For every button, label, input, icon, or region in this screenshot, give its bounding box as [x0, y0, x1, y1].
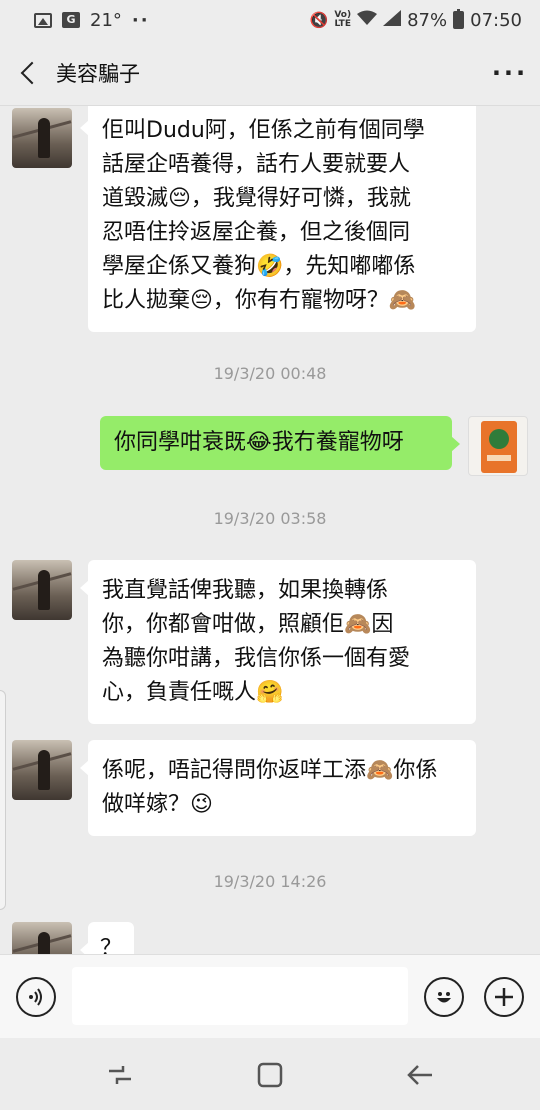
recent-apps-icon	[109, 1066, 131, 1084]
message-line: 你同學咁衰既😂我冇養寵物呀	[114, 430, 404, 455]
volte-icon: Vo) LTE	[334, 10, 352, 29]
system-nav-bar	[0, 1038, 540, 1110]
message-bubble[interactable]: 係呢，唔記得問你返咩工添🙈你係 做咩嫁？😉	[80, 740, 476, 836]
timestamp: 19/3/20 00:48	[213, 364, 327, 383]
timestamp: 19/3/20 03:58	[213, 509, 327, 528]
chevron-left-icon	[20, 61, 44, 84]
emoji-button[interactable]	[424, 977, 464, 1017]
gallery-icon	[34, 12, 52, 28]
message-line: 我直覺話俾我聽，如果換轉係	[102, 578, 389, 603]
contact-avatar[interactable]	[12, 922, 72, 954]
emoji-icon	[437, 992, 451, 1003]
chat-title: 美容騙子	[56, 61, 140, 86]
temperature: 21°	[90, 9, 122, 31]
wifi-icon	[357, 10, 378, 30]
chat-header: 美容騙子 ···	[0, 40, 540, 106]
message-line: 道毀滅😔，我覺得好可憐，我就	[102, 186, 411, 211]
message-line: 佢叫Dudu阿，佢係之前有個同學	[102, 118, 425, 143]
battery-percent: 87%	[407, 9, 448, 31]
signal-icon	[383, 10, 402, 30]
nav-back-button[interactable]	[400, 1060, 440, 1090]
input-bar	[0, 954, 540, 1038]
message-line: 比人拋棄😔，你有冇寵物呀？🙈	[102, 288, 417, 313]
product-image	[481, 421, 517, 473]
plus-icon	[495, 988, 513, 1006]
home-button[interactable]	[250, 1060, 290, 1090]
clock: 07:50	[470, 9, 522, 31]
message-bubble-self[interactable]: 你同學咁衰既😂我冇養寵物呀	[100, 416, 460, 470]
message-bubble[interactable]: 佢叫Dudu阿，佢係之前有個同學 話屋企唔養得，話冇人要就要人 道毀滅😔，我覺得…	[80, 106, 476, 332]
voice-icon	[29, 988, 42, 1006]
contact-avatar[interactable]	[12, 740, 72, 800]
back-icon	[407, 1065, 432, 1085]
home-icon	[257, 1062, 283, 1088]
gps-icon: G	[62, 12, 80, 28]
more-button[interactable]: ···	[480, 40, 540, 106]
message-line: ？	[100, 936, 123, 954]
message-bubble[interactable]: 我直覺話俾我聽，如果換轉係 你，你都會咁做，照顧佢🙈因 為聽你咁講，我信你係一個…	[80, 560, 476, 724]
add-button[interactable]	[484, 977, 524, 1017]
voice-button[interactable]	[16, 977, 56, 1017]
timestamp: 19/3/20 14:26	[213, 872, 327, 891]
recent-apps-button[interactable]	[100, 1060, 140, 1090]
side-handle[interactable]	[0, 690, 6, 910]
status-bar: G 21° ·· 🔇 Vo) LTE 87% 07:50	[0, 0, 540, 40]
more-icon: ···	[491, 58, 529, 87]
more-dots-icon: ··	[131, 9, 150, 31]
message-line: 忍唔住拎返屋企養，但之後個同	[102, 220, 411, 245]
message-input[interactable]	[72, 967, 408, 1025]
mute-icon: 🔇	[309, 11, 329, 29]
back-button[interactable]	[0, 40, 56, 106]
contact-avatar[interactable]	[12, 560, 72, 620]
contact-avatar[interactable]	[12, 108, 72, 168]
message-line: 話屋企唔養得，話冇人要就要人	[102, 152, 411, 177]
message-line: 做咩嫁？😉	[102, 792, 213, 817]
message-line: 學屋企係又養狗🤣，先知嘟嘟係	[102, 254, 416, 279]
message-line: 心，負責任嘅人🤗	[102, 680, 284, 705]
message-bubble[interactable]: ？	[80, 922, 134, 954]
chat-area[interactable]: 佢叫Dudu阿，佢係之前有個同學 話屋企唔養得，話冇人要就要人 道毀滅😔，我覺得…	[0, 106, 540, 954]
message-line: 你，你都會咁做，照顧佢🙈因	[102, 612, 394, 637]
self-avatar[interactable]	[468, 416, 528, 476]
message-line: 係呢，唔記得問你返咩工添🙈你係	[102, 758, 438, 783]
message-line: 為聽你咁講，我信你係一個有愛	[102, 646, 411, 671]
battery-icon	[453, 9, 465, 29]
